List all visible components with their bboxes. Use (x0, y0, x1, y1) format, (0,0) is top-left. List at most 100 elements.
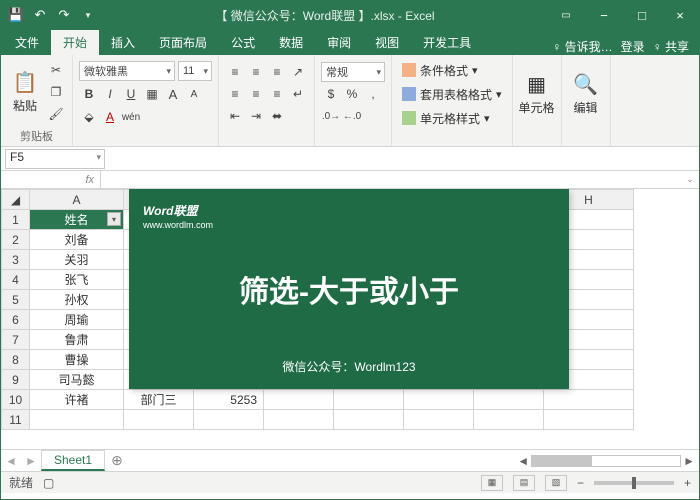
cell[interactable]: 周瑜 (30, 310, 124, 330)
tab-view[interactable]: 视图 (363, 30, 411, 55)
minimize-icon[interactable]: − (585, 1, 623, 29)
row-header[interactable]: 6 (2, 310, 30, 330)
row-header[interactable]: 5 (2, 290, 30, 310)
tab-home[interactable]: 开始 (51, 30, 99, 55)
inc-decimal-icon[interactable]: .0→ (321, 106, 341, 126)
dec-decimal-icon[interactable]: ←.0 (342, 106, 362, 126)
spreadsheet-grid[interactable]: ◢ABCDEFGH1姓名▾2刘备3关羽4张飞5孙权6周瑜7鲁肃8曹操部门三875… (1, 189, 699, 449)
font-name-combo[interactable]: 微软雅黑 (79, 61, 175, 81)
font-size-combo[interactable]: 11 (178, 61, 212, 81)
hscroll-right-icon[interactable]: ► (683, 454, 695, 468)
close-icon[interactable]: × (661, 1, 699, 29)
formula-bar[interactable] (101, 171, 681, 188)
cell[interactable]: 部门三 (124, 390, 194, 410)
cell[interactable]: 张飞 (30, 270, 124, 290)
align-bottom-icon[interactable]: ≡ (267, 62, 287, 82)
view-break-icon[interactable]: ▧ (545, 475, 567, 491)
number-format-combo[interactable]: 常规 (321, 62, 385, 82)
add-sheet-icon[interactable]: ⊕ (105, 452, 129, 469)
filter-icon[interactable]: ▾ (107, 212, 121, 226)
align-left-icon[interactable]: ≡ (225, 84, 245, 104)
view-page-icon[interactable]: ▤ (513, 475, 535, 491)
sheet-nav-next-icon[interactable]: ► (21, 454, 41, 468)
tab-file[interactable]: 文件 (3, 30, 51, 55)
maximize-icon[interactable]: □ (623, 1, 661, 29)
cell[interactable]: 司马懿 (30, 370, 124, 390)
row-header[interactable]: 2 (2, 230, 30, 250)
phonetic-icon[interactable]: wén (121, 107, 141, 127)
zoom-out-icon[interactable]: − (577, 476, 584, 490)
table-format-button[interactable]: 套用表格格式 ▾ (398, 84, 506, 104)
tab-dev[interactable]: 开发工具 (411, 30, 483, 55)
indent-inc-icon[interactable]: ⇥ (246, 106, 266, 126)
formula-expand-icon[interactable]: ⌄ (681, 174, 699, 185)
name-box[interactable]: F5 (5, 149, 105, 169)
cell[interactable]: 刘备 (30, 230, 124, 250)
ribbon-options-icon[interactable]: ▭ (547, 1, 585, 29)
shrink-font-icon[interactable]: A (184, 84, 204, 104)
tab-insert[interactable]: 插入 (99, 30, 147, 55)
select-all[interactable]: ◢ (2, 190, 30, 210)
undo-icon[interactable]: ↶ (29, 4, 51, 26)
tab-layout[interactable]: 页面布局 (147, 30, 219, 55)
tell-me[interactable]: ♀ 告诉我… (552, 38, 612, 55)
underline-icon[interactable]: U (121, 84, 141, 104)
row-header[interactable]: 4 (2, 270, 30, 290)
align-center-icon[interactable]: ≡ (246, 84, 266, 104)
copy-icon[interactable]: ❐ (46, 82, 66, 102)
cell[interactable] (194, 410, 264, 430)
cell[interactable]: 鲁肃 (30, 330, 124, 350)
hscroll-track[interactable] (531, 455, 681, 467)
cells-button[interactable]: ▦单元格 (519, 58, 555, 130)
tab-formula[interactable]: 公式 (219, 30, 267, 55)
cell[interactable] (30, 410, 124, 430)
fill-color-icon[interactable]: ⬙ (79, 107, 99, 127)
sheet-tab[interactable]: Sheet1 (41, 450, 105, 471)
conditional-format-button[interactable]: 条件格式 ▾ (398, 60, 506, 80)
row-header[interactable]: 3 (2, 250, 30, 270)
italic-icon[interactable]: I (100, 84, 120, 104)
row-header[interactable]: 11 (2, 410, 30, 430)
row-header[interactable]: 10 (2, 390, 30, 410)
row-header[interactable]: 8 (2, 350, 30, 370)
percent-icon[interactable]: % (342, 84, 362, 104)
align-right-icon[interactable]: ≡ (267, 84, 287, 104)
border-icon[interactable]: ▦ (142, 84, 162, 104)
view-normal-icon[interactable]: ▦ (481, 475, 503, 491)
cell[interactable] (124, 410, 194, 430)
col-header-A[interactable]: A (30, 190, 124, 210)
macro-record-icon[interactable]: ▢ (43, 476, 54, 490)
cell[interactable]: 曹操 (30, 350, 124, 370)
share-link[interactable]: ♀ 共享 (653, 38, 689, 55)
paste-button[interactable]: 📋粘贴 (7, 58, 43, 126)
row-header[interactable]: 1 (2, 210, 30, 230)
wrap-text-icon[interactable]: ↵ (288, 84, 308, 104)
cell-style-button[interactable]: 单元格样式 ▾ (398, 108, 506, 128)
comma-icon[interactable]: , (363, 84, 383, 104)
format-painter-icon[interactable]: 🖌 (46, 104, 66, 124)
save-icon[interactable]: 💾 (5, 4, 27, 26)
grow-font-icon[interactable]: A (163, 84, 183, 104)
zoom-in-icon[interactable]: + (684, 476, 691, 490)
login-link[interactable]: 登录 (621, 38, 645, 55)
cell[interactable]: 关羽 (30, 250, 124, 270)
bold-icon[interactable]: B (79, 84, 99, 104)
redo-icon[interactable]: ↷ (53, 4, 75, 26)
row-header[interactable]: 9 (2, 370, 30, 390)
orientation-icon[interactable]: ↗ (288, 62, 308, 82)
align-middle-icon[interactable]: ≡ (246, 62, 266, 82)
tab-review[interactable]: 审阅 (315, 30, 363, 55)
sheet-nav-prev-icon[interactable]: ◄ (1, 454, 21, 468)
hscroll-left-icon[interactable]: ◄ (517, 454, 529, 468)
font-color-icon[interactable]: A (100, 107, 120, 127)
tab-data[interactable]: 数据 (267, 30, 315, 55)
editing-button[interactable]: 🔍编辑 (568, 58, 604, 130)
currency-icon[interactable]: $ (321, 84, 341, 104)
cut-icon[interactable]: ✂ (46, 60, 66, 80)
row-header[interactable]: 7 (2, 330, 30, 350)
indent-dec-icon[interactable]: ⇤ (225, 106, 245, 126)
cell[interactable]: 孙权 (30, 290, 124, 310)
zoom-slider[interactable] (594, 481, 674, 485)
cell[interactable]: 5253 (194, 390, 264, 410)
merge-icon[interactable]: ⬌ (267, 106, 287, 126)
